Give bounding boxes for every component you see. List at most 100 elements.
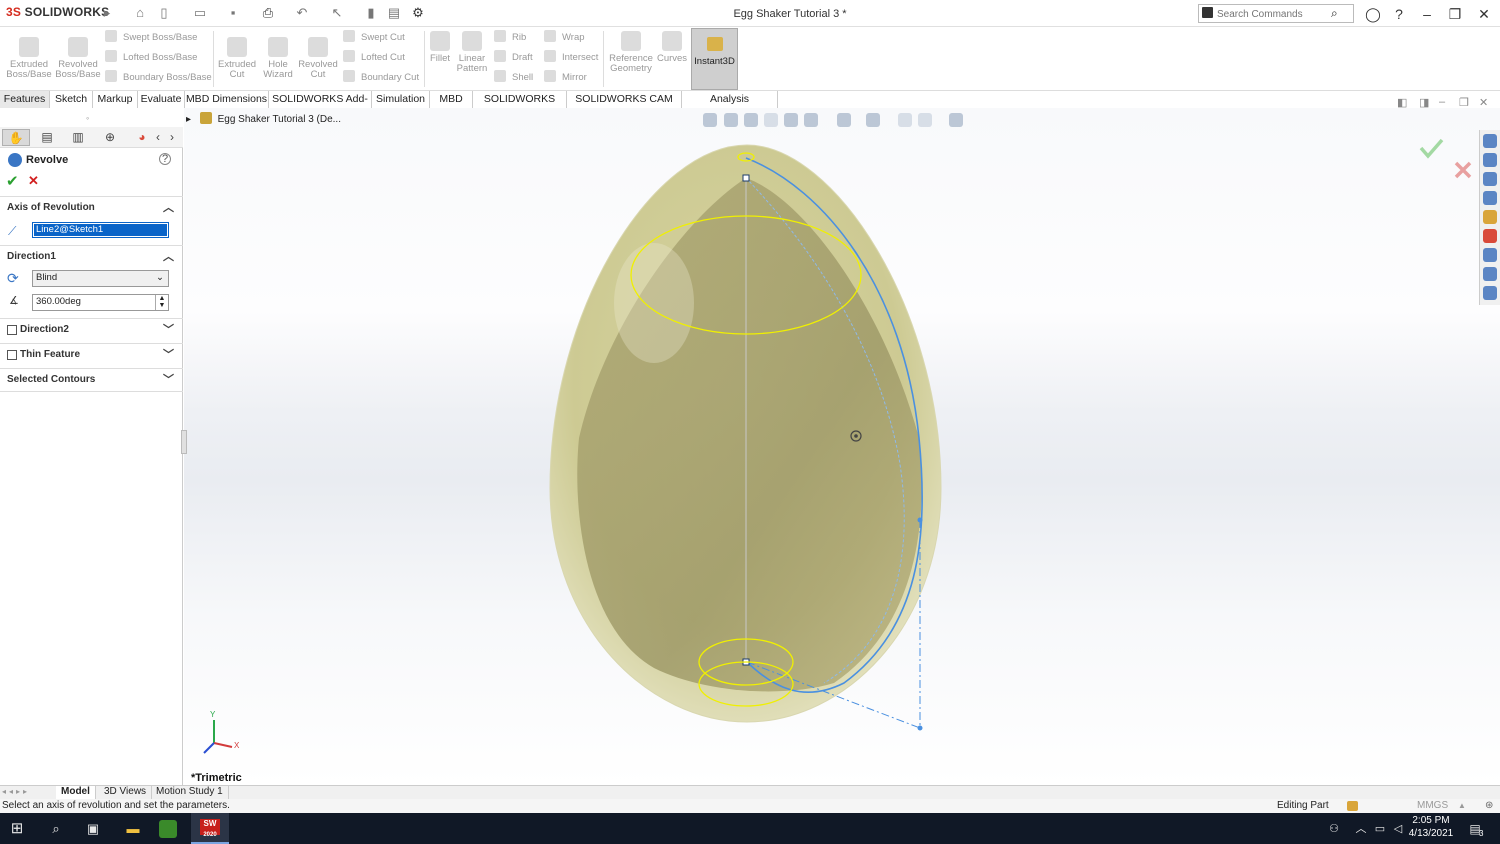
view-palette-icon[interactable]: [1483, 210, 1497, 224]
mirror-button[interactable]: Mirror: [544, 70, 587, 86]
direction2-checkbox[interactable]: [7, 325, 17, 335]
feature-tree-flyout[interactable]: ▸ Egg Shaker Tutorial 3 (De...: [186, 112, 341, 128]
new-document-icon[interactable]: ▯: [157, 6, 171, 20]
user-account-icon[interactable]: ◯: [1362, 4, 1384, 24]
revolved-cut-button[interactable]: Revolved Cut: [298, 37, 338, 80]
restore-icon[interactable]: ❐: [1444, 4, 1466, 24]
angle-input[interactable]: 360.00deg ▲ ▼: [32, 294, 169, 311]
section-view-icon[interactable]: [764, 113, 778, 127]
app-green-icon[interactable]: [159, 820, 177, 838]
rebuild-icon[interactable]: ▮: [364, 6, 378, 20]
collapse-chevron-icon[interactable]: ︿: [163, 197, 174, 219]
direction1-section[interactable]: Direction1 ︿: [0, 245, 183, 269]
cancel-x-icon[interactable]: ✕: [28, 173, 39, 189]
scroll-left-icon[interactable]: ‹: [152, 129, 164, 146]
collaboration-icon[interactable]: [1483, 286, 1497, 300]
appearances-icon[interactable]: [1483, 229, 1497, 243]
axis-selection-box[interactable]: Line2@Sketch1: [32, 222, 169, 238]
file-explorer-icon[interactable]: [1483, 191, 1497, 205]
apply-scene-icon[interactable]: [918, 113, 932, 127]
expand-chevron-icon[interactable]: ﹀: [163, 344, 174, 366]
home-pane-icon[interactable]: [1483, 153, 1497, 167]
shell-button[interactable]: Shell: [494, 70, 533, 86]
panel-collapse-handle-icon[interactable]: ◦: [86, 113, 89, 123]
select-icon[interactable]: ↖: [330, 6, 344, 20]
thin-feature-checkbox[interactable]: [7, 350, 17, 360]
zoom-to-area-icon[interactable]: [724, 113, 738, 127]
viewport-tile-left-icon[interactable]: ◧: [1397, 96, 1407, 109]
tab-3d-views[interactable]: 3D Views: [99, 786, 153, 799]
draft-button[interactable]: Draft: [494, 50, 533, 66]
design-library-icon[interactable]: [1483, 172, 1497, 186]
file-properties-icon[interactable]: ▤: [387, 6, 401, 20]
extruded-boss-button[interactable]: Extruded Boss/Base: [6, 37, 52, 80]
home-icon[interactable]: ⌂: [133, 6, 147, 20]
custom-properties-icon[interactable]: [1483, 248, 1497, 262]
units-selector[interactable]: MMGS: [1417, 799, 1448, 813]
direction2-section[interactable]: Direction2 ﹀: [0, 318, 183, 342]
tab-solidworks-cam[interactable]: SOLIDWORKS CAM: [473, 91, 567, 121]
status-options-icon[interactable]: ⊛: [1485, 799, 1493, 813]
tab-analysis-preparation[interactable]: Analysis Preparation: [682, 91, 778, 121]
lofted-boss-button[interactable]: Lofted Boss/Base: [105, 50, 197, 66]
viewport-minimize-icon[interactable]: –: [1439, 96, 1445, 108]
tab-model[interactable]: Model: [56, 786, 96, 799]
graphics-area[interactable]: Y X *Trimetric ▸ Egg Shaker Tutorial 3 (…: [184, 96, 1500, 785]
boundary-cut-button[interactable]: Boundary Cut: [343, 70, 419, 86]
hole-wizard-button[interactable]: Hole Wizard: [258, 37, 298, 80]
scroll-right-icon[interactable]: ›: [166, 129, 178, 146]
dynamic-annotation-icon[interactable]: [784, 113, 798, 127]
tab-motion-study-1[interactable]: Motion Study 1: [151, 786, 229, 799]
solidworks-taskbar-button[interactable]: SW 2020: [191, 813, 229, 844]
options-gear-icon[interactable]: ⚙: [411, 6, 425, 20]
feature-manager-tab-icon[interactable]: ✋: [2, 129, 30, 146]
display-style-icon[interactable]: [837, 113, 851, 127]
revolved-boss-button[interactable]: Revolved Boss/Base: [55, 37, 101, 80]
dimxpert-manager-tab-icon[interactable]: ⊕: [96, 129, 124, 146]
instant3d-button[interactable]: Instant3D: [691, 28, 738, 90]
reference-geometry-button[interactable]: Reference Geometry: [607, 31, 655, 74]
viewport-restore-icon[interactable]: ❐: [1459, 96, 1469, 109]
solidworks-resources-icon[interactable]: [1483, 134, 1497, 148]
linear-pattern-button[interactable]: Linear Pattern: [455, 31, 489, 74]
view-orientation-icon[interactable]: [804, 113, 818, 127]
units-up-arrow-icon[interactable]: ▲: [1458, 799, 1466, 813]
system-clock[interactable]: 2:05 PM 4/13/2021: [1405, 814, 1457, 840]
search-commands-box[interactable]: ⌕: [1198, 4, 1354, 23]
configuration-manager-tab-icon[interactable]: ▥: [64, 129, 92, 146]
expand-arrow-icon[interactable]: ▸: [186, 114, 191, 125]
extruded-cut-button[interactable]: Extruded Cut: [217, 37, 257, 80]
reverse-direction-icon[interactable]: ⟳: [7, 270, 19, 287]
viewport-tile-right-icon[interactable]: ◨: [1419, 96, 1429, 109]
solidworks-forum-icon[interactable]: [1483, 267, 1497, 281]
solidworks-logo[interactable]: 3S SOLIDWORKS: [6, 5, 109, 19]
tab-markup[interactable]: Markup: [93, 91, 138, 108]
confirmation-corner[interactable]: [1419, 138, 1472, 179]
people-icon[interactable]: ⚇: [1323, 818, 1345, 840]
axis-of-revolution-section[interactable]: Axis of Revolution ︿: [0, 196, 183, 220]
tab-sketch[interactable]: Sketch: [50, 91, 93, 108]
search-icon[interactable]: ⌕: [1331, 6, 1338, 21]
angle-spinner-icon[interactable]: ▲ ▼: [155, 295, 168, 310]
windows-start-icon[interactable]: ⊞: [6, 818, 28, 840]
swept-cut-button[interactable]: Swept Cut: [343, 30, 405, 46]
menu-expand-icon[interactable]: ▸: [100, 6, 114, 20]
viewport-close-icon[interactable]: ✕: [1479, 96, 1488, 109]
intersect-button[interactable]: Intersect: [544, 50, 598, 66]
help-question-icon[interactable]: ?: [159, 153, 171, 165]
print-icon[interactable]: ⎙: [261, 6, 275, 20]
expand-chevron-icon[interactable]: ﹀: [163, 369, 174, 391]
tab-simulation[interactable]: Simulation: [372, 91, 430, 108]
task-view-icon[interactable]: ▣: [82, 818, 104, 840]
curves-button[interactable]: Curves: [656, 31, 688, 64]
selected-contours-section[interactable]: Selected Contours ﹀: [0, 368, 183, 392]
swept-boss-button[interactable]: Swept Boss/Base: [105, 30, 197, 46]
tab-features[interactable]: Features: [0, 91, 50, 108]
thin-feature-section[interactable]: Thin Feature ﹀: [0, 343, 183, 367]
minimize-icon[interactable]: –: [1416, 4, 1438, 24]
property-manager-tab-icon[interactable]: ▤: [33, 129, 61, 146]
wrap-button[interactable]: Wrap: [544, 30, 585, 46]
expand-chevron-icon[interactable]: ﹀: [163, 319, 174, 341]
fillet-button[interactable]: Fillet: [426, 31, 454, 64]
save-icon[interactable]: ▪: [226, 6, 240, 20]
